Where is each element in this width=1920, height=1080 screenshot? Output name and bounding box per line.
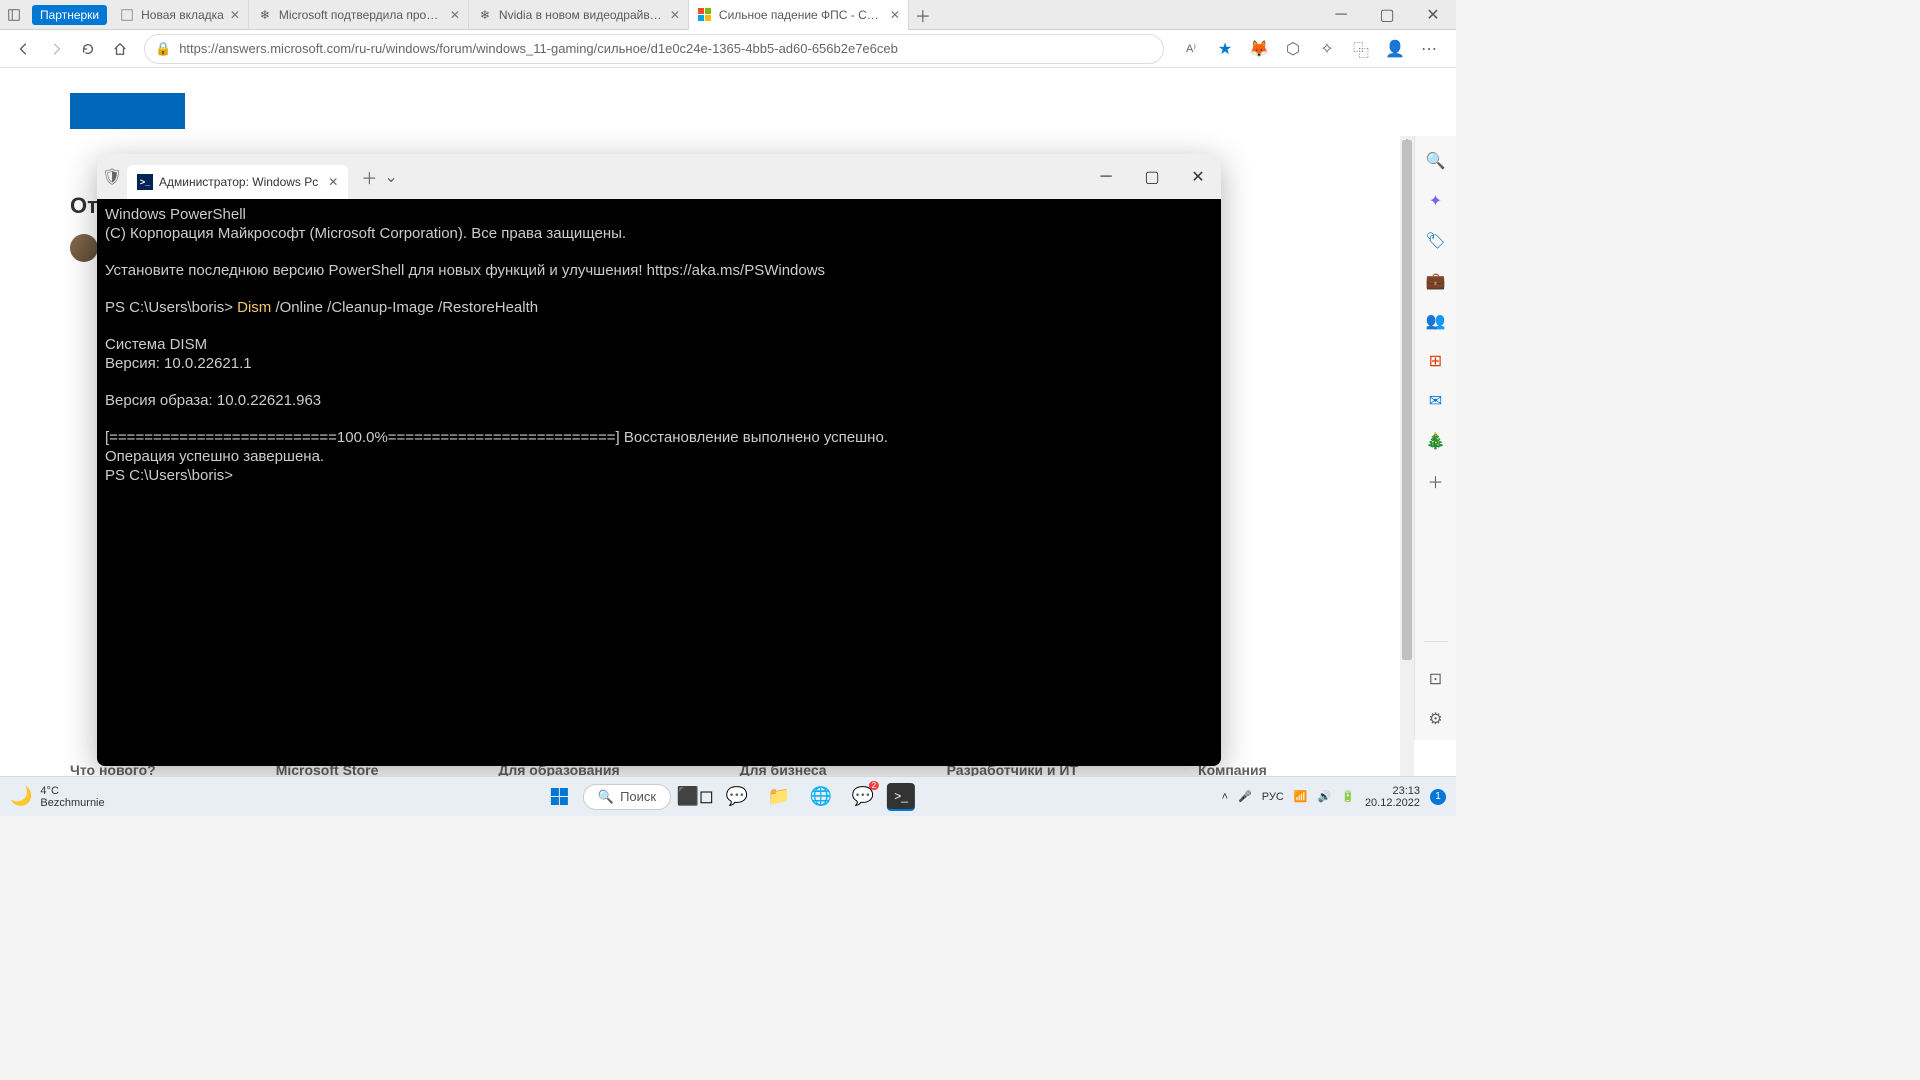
clock[interactable]: 23:13 20.12.2022 [1365,785,1420,809]
page-heading: От [70,193,98,219]
tray-lang[interactable]: РУС [1262,791,1284,803]
close-icon[interactable]: ✕ [890,8,900,22]
chat-icon[interactable]: 💬 [719,779,755,815]
lock-icon: 🔒 [155,41,171,57]
avatar[interactable] [70,234,98,262]
terminal-window-controls: ─ ▢ ✕ [1083,154,1221,199]
spark-icon[interactable]: ✦ [1425,190,1447,212]
terminal-tab-title: Администратор: Windows Pc [159,175,318,189]
maximize-button[interactable]: ▢ [1364,0,1410,30]
briefcase-icon[interactable]: 💼 [1425,270,1447,292]
start-button[interactable] [541,779,577,815]
close-icon[interactable]: ✕ [328,175,338,189]
address-bar: 🔒 https://answers.microsoft.com/ru-ru/wi… [0,30,1456,68]
menu-icon[interactable]: ⋯ [1418,38,1440,60]
tab-title: Nvidia в новом видеодрайвере [499,8,664,22]
window-controls: ─ ▢ ✕ [1318,0,1456,30]
battery-icon[interactable]: 🔋 [1341,790,1355,803]
scrollbar[interactable]: ▲ ▼ [1400,136,1414,778]
settings-icon[interactable]: ⚙ [1425,708,1447,730]
people-icon[interactable]: 👥 [1425,310,1447,332]
favorite-icon[interactable]: ★ [1214,38,1236,60]
profile-icon[interactable]: 👤 [1384,38,1406,60]
notifications-icon[interactable]: 1 [1430,789,1446,805]
terminal-tab[interactable]: >_ Администратор: Windows Pc ✕ [127,165,348,199]
office-icon[interactable]: ⊞ [1425,350,1447,372]
tab-title: Сильное падение ФПС - Сооб [719,8,884,22]
powershell-icon: >_ [137,174,153,190]
home-button[interactable] [104,33,136,65]
new-tab-button[interactable]: ＋ [909,1,937,29]
terminal-new-tab[interactable]: ＋ [354,165,384,189]
close-icon[interactable]: ✕ [670,8,680,22]
extensions-icon[interactable]: ⬡ [1282,38,1304,60]
task-view-icon[interactable]: ⬛◻ [677,779,713,815]
system-tray: ˄ 🎤 РУС 📶 🔊 🔋 23:13 20.12.2022 1 [1212,785,1456,809]
weather-desc: Bezchmurnie [40,797,104,809]
terminal-window: 🛡 >_ Администратор: Windows Pc ✕ ＋ ⌄ ─ ▢… [97,154,1221,766]
taskbar-search[interactable]: 🔍 Поиск [583,784,671,810]
taskbar: 🌙 4°C Bezchmurnie 🔍 Поиск ⬛◻ 💬 📁 🌐 💬2 >_… [0,776,1456,816]
shield-icon: 🛡 [97,167,127,187]
maximize-button[interactable]: ▢ [1129,154,1175,199]
search-label: Поиск [620,789,656,804]
minimize-button[interactable]: ─ [1318,0,1364,30]
browser-tab-2[interactable]: ❄ Nvidia в новом видеодрайвере ✕ [469,0,689,30]
browser-tab-0[interactable]: Новая вкладка ✕ [111,0,249,30]
gear-icon: ❄ [477,7,493,23]
search-icon: 🔍 [598,789,614,805]
wifi-icon[interactable]: 📶 [1294,790,1308,803]
browser-tab-1[interactable]: ❄ Microsoft подтвердила пробле ✕ [249,0,469,30]
tab-title: Microsoft подтвердила пробле [279,8,444,22]
url-text: https://answers.microsoft.com/ru-ru/wind… [179,41,898,56]
expand-icon[interactable]: ⊡ [1425,668,1447,690]
volume-icon[interactable]: 🔊 [1318,790,1332,803]
partner-badge[interactable]: Партнерки [32,5,107,25]
minimize-button[interactable]: ─ [1083,154,1129,199]
url-input[interactable]: 🔒 https://answers.microsoft.com/ru-ru/wi… [144,34,1164,64]
terminal-titlebar[interactable]: 🛡 >_ Администратор: Windows Pc ✕ ＋ ⌄ ─ ▢… [97,154,1221,199]
page-content: От Что нового? Microsoft Store Для образ… [0,68,1456,778]
refresh-button[interactable] [72,33,104,65]
back-button[interactable] [8,33,40,65]
outlook-icon[interactable]: ✉ [1425,390,1447,412]
microphone-icon[interactable]: 🎤 [1238,790,1252,803]
terminal-icon[interactable]: >_ [887,783,915,811]
tray-chevron-icon[interactable]: ˄ [1222,791,1228,803]
page-icon [119,7,135,23]
weather-temp: 4°C [40,785,104,797]
weather-widget[interactable]: 🌙 4°C Bezchmurnie [0,785,115,809]
close-icon[interactable]: ✕ [450,8,460,22]
read-aloud-icon[interactable]: A⁾ [1180,38,1202,60]
favorites-bar-icon[interactable]: ✧ [1316,38,1338,60]
tab-strip: Новая вкладка ✕ ❄ Microsoft подтвердила … [111,0,1318,30]
ms-icon [697,7,713,23]
browser-titlebar: Партнерки Новая вкладка ✕ ❄ Microsoft по… [0,0,1456,30]
toolbar-icons: A⁾ ★ 🦊 ⬡ ✧ ⿻ 👤 ⋯ [1172,38,1448,60]
fox-icon[interactable]: 🦊 [1248,38,1270,60]
tab-actions-button[interactable] [0,1,28,29]
close-icon[interactable]: ✕ [230,8,240,22]
plus-icon[interactable]: ＋ [1425,470,1447,492]
taskbar-center: 🔍 Поиск ⬛◻ 💬 📁 🌐 💬2 >_ [541,779,915,815]
collections-icon[interactable]: ⿻ [1350,38,1372,60]
browser-tab-3[interactable]: Сильное падение ФПС - Сооб ✕ [689,0,909,30]
edge-sidebar: 🔍 ✦ 🏷 💼 👥 ⊞ ✉ 🎄 ＋ ⊡ ⚙ [1414,136,1456,740]
explorer-icon[interactable]: 📁 [761,779,797,815]
discord-icon[interactable]: 💬2 [845,779,881,815]
close-button[interactable]: ✕ [1175,154,1221,199]
weather-icon: 🌙 [10,786,32,807]
chevron-down-icon[interactable]: ⌄ [384,167,404,187]
page-banner [70,93,185,129]
gear-icon: ❄ [257,7,273,23]
terminal-output[interactable]: Windows PowerShell (C) Корпорация Майкро… [97,199,1221,766]
tag-icon[interactable]: 🏷 [1425,230,1447,252]
tree-icon[interactable]: 🎄 [1425,430,1447,452]
tab-title: Новая вкладка [141,8,224,22]
forward-button [40,33,72,65]
search-icon[interactable]: 🔍 [1425,150,1447,172]
scrollbar-thumb[interactable] [1402,140,1412,660]
edge-icon[interactable]: 🌐 [803,779,839,815]
close-button[interactable]: ✕ [1410,0,1456,30]
